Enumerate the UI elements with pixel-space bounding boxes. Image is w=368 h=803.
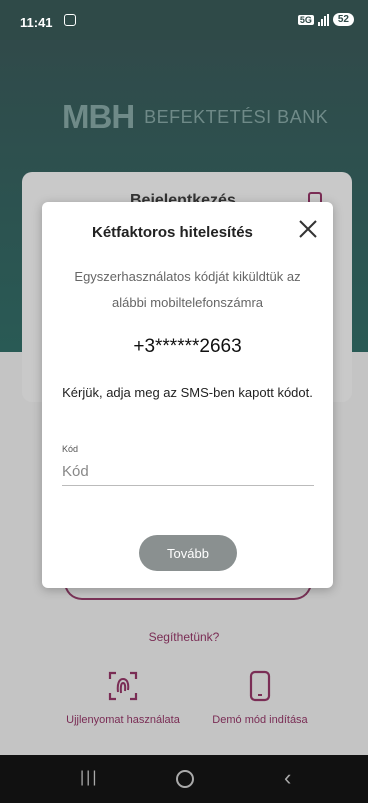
status-time: 11:41	[20, 15, 53, 30]
phone-icon	[249, 670, 271, 702]
signal-icon	[317, 13, 329, 26]
fingerprint-action[interactable]: Ujjlenyomat használata	[48, 670, 198, 726]
network-type: 5G	[297, 14, 314, 25]
fingerprint-icon	[108, 671, 138, 701]
demo-action[interactable]: Demó mód indítása	[185, 670, 335, 726]
two-factor-dialog: Kétfaktoros hitelesítés Egyszerhasználat…	[42, 202, 333, 588]
code-field-label: Kód	[62, 444, 79, 454]
dialog-title: Kétfaktoros hitelesítés	[92, 224, 253, 241]
code-input[interactable]	[62, 458, 314, 486]
battery-icon: 52	[332, 13, 354, 26]
bank-logo: MBH BEFEKTETÉSI BANK	[62, 98, 328, 136]
dialog-description: Egyszerhasználatos kódját kiküldtük az a…	[74, 269, 301, 310]
dialog-instruction: Kérjük, adja meg az SMS-ben kapott kódot…	[62, 385, 313, 400]
demo-label: Demó mód indítása	[212, 714, 308, 726]
logo-name: BEFEKTETÉSI BANK	[144, 106, 329, 127]
close-icon[interactable]	[297, 218, 319, 240]
bottom-actions: Ujjlenyomat használata Demó mód indítása	[0, 670, 368, 740]
recent-apps-icon[interactable]: |||	[80, 769, 98, 787]
logo-mark: MBH	[62, 98, 135, 135]
navigation-bar: ||| ‹	[0, 755, 368, 803]
back-icon[interactable]: ‹	[284, 765, 291, 791]
help-link[interactable]: Segíthetünk?	[0, 630, 368, 644]
status-right: 5G 52	[297, 13, 354, 26]
fingerprint-label: Ujjlenyomat használata	[66, 714, 180, 726]
status-bar: 11:41 5G 52	[0, 0, 368, 40]
masked-phone-number: +3******2663	[133, 336, 242, 357]
next-button[interactable]: Tovább	[139, 535, 237, 571]
home-icon[interactable]	[176, 770, 194, 788]
notification-icon	[64, 14, 76, 26]
